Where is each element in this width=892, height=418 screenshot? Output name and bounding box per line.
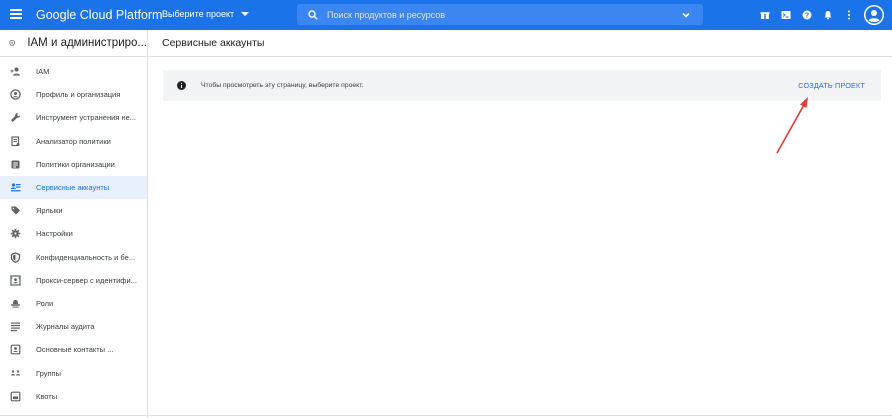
svg-text:?: ? <box>805 13 809 20</box>
sidebar-item-label: Группы <box>36 368 61 378</box>
content-header: Сервисные аккаунты <box>148 30 892 57</box>
policy-document-icon <box>10 136 21 147</box>
sidebar-item-service-accounts[interactable]: Сервисные аккаунты <box>0 175 147 200</box>
sidebar-item-label: Анализатор политики <box>36 136 111 146</box>
sidebar-item-label: Ярлыки <box>36 206 63 216</box>
sidebar-item-essential-contacts[interactable]: Основные контакты ... <box>0 338 147 361</box>
quota-icon <box>10 391 21 402</box>
sidebar-item-audit-logs[interactable]: Журналы аудита <box>0 315 147 338</box>
sidebar-item-identity-proxy[interactable]: Прокси-сервер с идентифи... <box>0 269 147 292</box>
sidebar-item-privacy-security[interactable]: Конфиденциальность и бе... <box>0 246 147 269</box>
sidebar-item-quotas[interactable]: Квоты <box>0 385 147 408</box>
audit-lines-icon <box>10 321 21 332</box>
brand-title[interactable]: Google Cloud Platform <box>36 8 162 22</box>
sidebar-item-label: Профиль и организация <box>36 90 121 100</box>
sidebar-item-label: Основные контакты ... <box>36 345 114 355</box>
proxy-icon <box>10 275 21 286</box>
search-bar[interactable] <box>297 4 703 25</box>
search-input[interactable] <box>327 9 667 20</box>
project-selector[interactable]: Выберите проект <box>162 9 250 19</box>
caret-down-icon <box>241 12 250 16</box>
sidebar-item-roles[interactable]: Роли <box>0 292 147 315</box>
sidebar-nav: IAM Профиль и организация Инструмент уст… <box>0 57 147 408</box>
sidebar-item-label: Журналы аудита <box>36 322 95 332</box>
sidebar-title: IAM и администриро... <box>27 37 147 49</box>
sidebar-item-settings[interactable]: Настройки <box>0 222 147 245</box>
top-app-bar: Google Cloud Platform Выберите проект ? <box>0 0 892 30</box>
sidebar-item-org-policies[interactable]: Политики организации <box>0 153 147 176</box>
sidebar-item-label: Сервисные аккаунты <box>36 183 110 193</box>
label-icon <box>10 205 21 216</box>
create-project-button[interactable]: СОЗДАТЬ ПРОЕКТ <box>798 81 865 90</box>
sidebar-item-label: Квоты <box>36 391 58 401</box>
bottom-divider <box>0 415 892 416</box>
sidebar-header: IAM и администриро... <box>0 30 147 57</box>
chevron-down-icon[interactable] <box>681 10 691 20</box>
hamburger-menu-icon[interactable] <box>10 7 24 21</box>
help-icon[interactable]: ? <box>801 9 813 21</box>
terminal-icon[interactable] <box>780 9 792 21</box>
sidebar-item-groups[interactable]: Группы <box>0 361 147 384</box>
project-selector-label: Выберите проект <box>162 9 235 19</box>
sidebar-item-policy-analyzer[interactable]: Анализатор политики <box>0 130 147 153</box>
contacts-icon <box>10 344 21 355</box>
sidebar-item-labels[interactable]: Ярлыки <box>0 199 147 222</box>
sidebar-item-troubleshooter[interactable]: Инструмент устранения не... <box>0 106 147 129</box>
sidebar-item-label: Прокси-сервер с идентифи... <box>36 275 137 285</box>
more-vert-icon[interactable] <box>843 9 855 21</box>
sidebar-item-label: Инструмент устранения не... <box>36 113 137 123</box>
notice-text: Чтобы просмотреть эту страницу, выберите… <box>201 82 364 89</box>
gear-icon <box>10 228 21 239</box>
sidebar-item-label: IAM <box>36 67 50 77</box>
sidebar-item-label: Настройки <box>36 229 73 239</box>
bell-icon[interactable] <box>822 9 834 21</box>
groups-icon <box>10 368 21 379</box>
top-actions: ? <box>759 5 884 25</box>
sidebar-item-iam[interactable]: IAM <box>0 60 147 83</box>
security-shield-icon <box>9 39 15 47</box>
search-icon <box>308 9 318 20</box>
sidebar-item-label: Конфиденциальность и бе... <box>36 252 136 262</box>
sidebar-item-label: Политики организации <box>36 159 115 169</box>
shield-icon <box>10 251 21 263</box>
sidebar-item-label: Роли <box>36 298 54 308</box>
info-icon <box>177 81 186 90</box>
service-account-icon <box>10 182 21 193</box>
wrench-icon <box>10 112 21 123</box>
person-add-icon <box>10 66 21 77</box>
account-avatar-icon[interactable] <box>864 5 884 25</box>
roles-hat-icon <box>10 298 21 309</box>
gift-icon[interactable] <box>759 9 771 21</box>
account-circle-icon <box>10 89 21 101</box>
sidebar: IAM и администриро... IAM Профиль и орга… <box>0 30 148 418</box>
sidebar-item-profile-organization[interactable]: Профиль и организация <box>0 83 147 106</box>
list-box-icon <box>10 159 21 170</box>
annotation-arrow-icon <box>776 97 808 154</box>
page-title: Сервисные аккаунты <box>162 37 265 49</box>
